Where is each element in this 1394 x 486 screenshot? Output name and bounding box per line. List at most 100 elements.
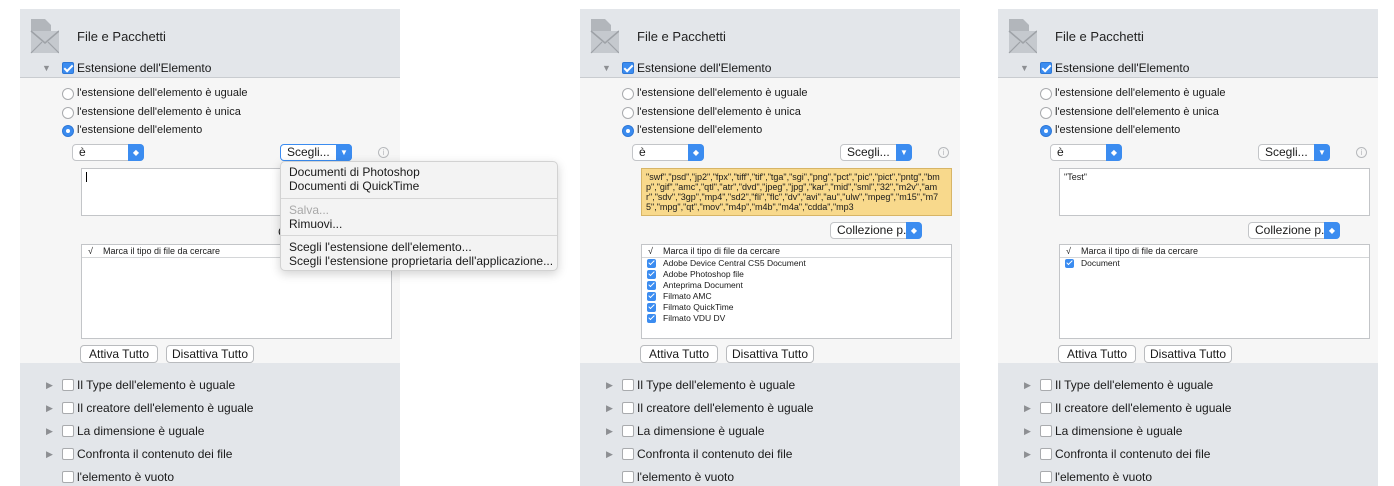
extension-checkbox[interactable] bbox=[622, 62, 634, 74]
criteria-checkbox[interactable] bbox=[62, 402, 74, 414]
extension-checkbox[interactable] bbox=[1040, 62, 1052, 74]
criteria-checkbox[interactable] bbox=[1040, 379, 1052, 391]
criteria-checkbox[interactable] bbox=[62, 471, 74, 483]
panel-3: File e Pacchetti ▼ Estensione dell'Eleme… bbox=[998, 9, 1378, 486]
criteria-checkbox[interactable] bbox=[62, 425, 74, 437]
file-package-icon bbox=[590, 19, 619, 54]
criteria-checkbox[interactable] bbox=[622, 425, 634, 437]
radio-unique[interactable] bbox=[1040, 107, 1052, 119]
collapse-triangle-icon[interactable]: ▼ bbox=[1020, 63, 1029, 73]
choose-popup[interactable]: Scegli... ▼ bbox=[280, 144, 352, 161]
criteria-section: ▶ Il Type dell'elemento è uguale ▶ Il crea… bbox=[998, 363, 1378, 486]
radio-unique[interactable] bbox=[622, 107, 634, 119]
radio-extension[interactable] bbox=[62, 125, 74, 137]
choose-popup[interactable]: Scegli... ▼ bbox=[840, 144, 912, 161]
criteria-checkbox[interactable] bbox=[622, 402, 634, 414]
expand-triangle-icon[interactable]: ▶ bbox=[1024, 403, 1031, 414]
chevron-updown-icon: ◆ bbox=[128, 144, 144, 161]
expand-triangle-icon[interactable]: ▶ bbox=[46, 403, 53, 414]
radio-extension-label: l'estensione dell'elemento bbox=[77, 124, 203, 136]
extension-text-area[interactable]: "Test" bbox=[1059, 168, 1370, 216]
info-icon[interactable]: i bbox=[1356, 147, 1367, 158]
list-item[interactable]: Filmato QuickTime bbox=[642, 302, 951, 313]
criteria-label: l'elemento è vuoto bbox=[77, 470, 175, 484]
criteria-checkbox[interactable] bbox=[1040, 471, 1052, 483]
menu-item[interactable]: Rimuovi... bbox=[289, 217, 342, 231]
extension-row: ▼ Estensione dell'Elemento bbox=[580, 59, 960, 78]
choose-popup[interactable]: Scegli... ▼ bbox=[1258, 144, 1330, 161]
item-checkbox[interactable] bbox=[1065, 259, 1074, 268]
radio-extension[interactable] bbox=[622, 125, 634, 137]
criteria-section: ▶ Il Type dell'elemento è uguale ▶ Il crea… bbox=[580, 363, 960, 486]
radio-equal[interactable] bbox=[62, 88, 74, 100]
operator-popup[interactable]: è ◆ bbox=[1050, 144, 1122, 161]
expand-triangle-icon[interactable]: ▶ bbox=[606, 403, 613, 414]
file-type-list[interactable]: √ Marca il tipo di file da cercare Adobe … bbox=[641, 244, 952, 339]
extension-text-area[interactable]: "swf","psd","jp2","fpx","tiff","tif","tg… bbox=[641, 168, 952, 216]
deactivate-all-button[interactable]: Disattiva Tutto bbox=[166, 345, 254, 363]
menu-item[interactable]: Documenti di QuickTime bbox=[289, 179, 419, 193]
item-checkbox[interactable] bbox=[647, 303, 656, 312]
radio-equal[interactable] bbox=[622, 88, 634, 100]
file-type-list[interactable]: √ Marca il tipo di file da cercare Docume… bbox=[1059, 244, 1370, 339]
expand-triangle-icon[interactable]: ▶ bbox=[46, 426, 53, 437]
radio-unique-label: l'estensione dell'elemento è unica bbox=[77, 106, 241, 118]
info-icon[interactable]: i bbox=[378, 147, 389, 158]
list-item[interactable]: Filmato AMC bbox=[642, 291, 951, 302]
collapse-triangle-icon[interactable]: ▼ bbox=[42, 63, 51, 73]
expand-triangle-icon[interactable]: ▶ bbox=[1024, 426, 1031, 437]
item-checkbox[interactable] bbox=[647, 281, 656, 290]
radio-unique[interactable] bbox=[62, 107, 74, 119]
list-item[interactable]: Anteprima Document bbox=[642, 280, 951, 291]
criteria-checkbox[interactable] bbox=[1040, 448, 1052, 460]
menu-item[interactable]: Documenti di Photoshop bbox=[289, 165, 420, 179]
list-item[interactable]: Filmato VDU DV bbox=[642, 313, 951, 324]
activate-all-button[interactable]: Attiva Tutto bbox=[640, 345, 718, 363]
expand-triangle-icon[interactable]: ▶ bbox=[1024, 380, 1031, 391]
radio-extension[interactable] bbox=[1040, 125, 1052, 137]
radio-equal[interactable] bbox=[1040, 88, 1052, 100]
collection-popup[interactable]: Collezione p... ◆ bbox=[830, 222, 922, 239]
deactivate-all-button[interactable]: Disattiva Tutto bbox=[1144, 345, 1232, 363]
list-item[interactable]: Adobe Photoshop file bbox=[642, 269, 951, 280]
item-checkbox[interactable] bbox=[647, 292, 656, 301]
item-checkbox[interactable] bbox=[647, 270, 656, 279]
expand-triangle-icon[interactable]: ▶ bbox=[606, 426, 613, 437]
choose-label: Scegli... bbox=[1265, 145, 1308, 159]
item-checkbox[interactable] bbox=[647, 314, 656, 323]
operator-popup[interactable]: è ◆ bbox=[632, 144, 704, 161]
expand-triangle-icon[interactable]: ▶ bbox=[606, 449, 613, 460]
deactivate-all-button[interactable]: Disattiva Tutto bbox=[726, 345, 814, 363]
extension-checkbox[interactable] bbox=[62, 62, 74, 74]
menu-item[interactable]: Scegli l'estensione dell'elemento... bbox=[289, 240, 472, 254]
operator-value: è bbox=[79, 145, 86, 159]
criteria-checkbox[interactable] bbox=[62, 448, 74, 460]
criteria-checkbox[interactable] bbox=[622, 448, 634, 460]
check-column-icon: √ bbox=[1066, 246, 1071, 256]
criteria-checkbox[interactable] bbox=[622, 471, 634, 483]
collapse-triangle-icon[interactable]: ▼ bbox=[602, 63, 611, 73]
list-header-label: Marca il tipo di file da cercare bbox=[1081, 246, 1199, 256]
operator-popup[interactable]: è ◆ bbox=[72, 144, 144, 161]
criteria-label: Il Type dell'elemento è uguale bbox=[637, 378, 796, 392]
criteria-checkbox[interactable] bbox=[1040, 402, 1052, 414]
criteria-label: l'elemento è vuoto bbox=[1055, 470, 1153, 484]
expand-triangle-icon[interactable]: ▶ bbox=[46, 380, 53, 391]
expand-triangle-icon[interactable]: ▶ bbox=[46, 449, 53, 460]
activate-all-button[interactable]: Attiva Tutto bbox=[80, 345, 158, 363]
list-item[interactable]: Document bbox=[1060, 258, 1369, 269]
criteria-checkbox[interactable] bbox=[1040, 425, 1052, 437]
chevron-updown-icon: ◆ bbox=[688, 144, 704, 161]
activate-all-button[interactable]: Attiva Tutto bbox=[1058, 345, 1136, 363]
chevron-down-icon: ▼ bbox=[336, 144, 352, 161]
list-item[interactable]: Adobe Device Central CS5 Document bbox=[642, 258, 951, 269]
criteria-checkbox[interactable] bbox=[62, 379, 74, 391]
info-icon[interactable]: i bbox=[938, 147, 949, 158]
expand-triangle-icon[interactable]: ▶ bbox=[606, 380, 613, 391]
criteria-checkbox[interactable] bbox=[622, 379, 634, 391]
collection-popup[interactable]: Collezione p... ◆ bbox=[1248, 222, 1340, 239]
criteria-label: Confronta il contenuto dei file bbox=[1055, 447, 1211, 461]
item-checkbox[interactable] bbox=[647, 259, 656, 268]
menu-item[interactable]: Scegli l'estensione proprietaria dell'ap… bbox=[289, 254, 553, 268]
expand-triangle-icon[interactable]: ▶ bbox=[1024, 449, 1031, 460]
